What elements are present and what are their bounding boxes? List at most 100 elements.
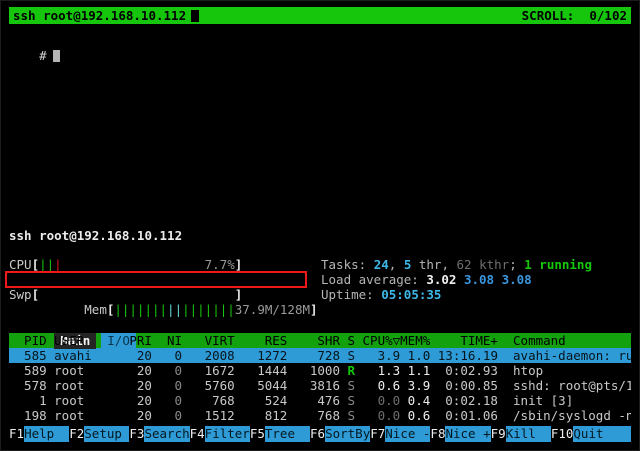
meters-column: CPU[|||7.7%] Mem[||||||||||||||||37.9M/1… — [9, 257, 321, 302]
fkey-label: Setup — [84, 426, 129, 442]
fkey-f1[interactable]: F1Help — [9, 426, 69, 442]
process-cell-pid: 578 — [9, 378, 47, 393]
process-cell-cmd: init [3] — [513, 393, 631, 408]
process-cell-mem: 0.6 — [400, 408, 430, 423]
prompt-cursor — [53, 50, 60, 62]
meter-open-bracket: [ — [32, 287, 40, 302]
cpu-meter-bars: ||| — [39, 257, 62, 272]
fkey-f10[interactable]: F10Quit — [551, 426, 619, 442]
htop-meters-and-stats: CPU[|||7.7%] Mem[||||||||||||||||37.9M/1… — [9, 257, 631, 302]
column-header-mem[interactable]: MEM% — [400, 333, 430, 348]
terminal-window: ssh root@192.168.10.112 SCROLL: 0/102 # … — [0, 0, 640, 451]
process-cell-mem: 3.9 — [400, 378, 430, 393]
fkey-f7[interactable]: F7Nice - — [370, 426, 430, 442]
fkey-f8[interactable]: F8Nice + — [430, 426, 490, 442]
fkey-number: F8 — [430, 426, 445, 442]
process-cell-ni: 0 — [159, 393, 182, 408]
cpu-meter-label: CPU — [9, 257, 32, 272]
titlebar-cursor-block — [191, 10, 199, 22]
fkey-label: Nice + — [445, 426, 490, 442]
fkey-f3[interactable]: F3Search — [129, 426, 189, 442]
process-cell-res: 1272 — [242, 348, 287, 363]
fkey-label: Nice - — [385, 426, 430, 442]
load-5min: 3.08 — [464, 272, 494, 287]
process-cell-cpu: 0.0 — [363, 393, 401, 408]
load-15min: 3.08 — [502, 272, 532, 287]
process-cell-pid: 585 — [9, 348, 47, 363]
process-row[interactable]: 1root200768524476S0.00.40:02.18init [3] — [9, 393, 631, 408]
process-row[interactable]: 589root200167214441000R1.31.10:02.93htop — [9, 363, 631, 378]
process-cell-res: 812 — [242, 408, 287, 423]
process-cell-state: S — [348, 393, 356, 408]
column-header-ni[interactable]: NI — [159, 333, 182, 348]
uptime-value: 05:05:35 — [381, 287, 441, 302]
process-cell-virt: 2008 — [190, 348, 235, 363]
column-header-cmd[interactable]: Command — [513, 333, 631, 348]
process-cell-state: S — [348, 348, 356, 363]
fkey-number: F6 — [310, 426, 325, 442]
fkey-label: Quit — [573, 426, 618, 442]
meter-open-bracket: [ — [107, 302, 115, 317]
fkey-number: F7 — [370, 426, 385, 442]
fkey-label: Kill — [506, 426, 551, 442]
process-cell-ni: 0 — [159, 348, 182, 363]
process-cell-mem: 1.0 — [400, 348, 430, 363]
column-header-pid[interactable]: PID — [9, 333, 47, 348]
process-cell-pid: 589 — [9, 363, 47, 378]
swp-meter: Swp[0K/0K] — [9, 287, 321, 302]
column-header-time[interactable]: TIME+ — [438, 333, 498, 348]
fkey-f9[interactable]: F9Kill — [491, 426, 551, 442]
column-header-cpu[interactable]: CPU%▽ — [363, 333, 401, 348]
fkey-f6[interactable]: F6SortBy — [310, 426, 370, 442]
fkey-number: F5 — [250, 426, 265, 442]
fkey-f5[interactable]: F5Tree — [250, 426, 310, 442]
process-row[interactable]: 578root200576050443816S0.63.90:00.85sshd… — [9, 378, 631, 393]
process-cell-cpu: 1.3 — [363, 363, 401, 378]
process-row[interactable]: 585avahi20020081272728S3.91.013:16.19ava… — [9, 348, 631, 363]
empty-terminal-area — [9, 48, 631, 228]
fkey-label: Filter — [205, 426, 250, 442]
process-cell-virt: 768 — [190, 393, 235, 408]
process-table-body: 585avahi20020081272728S3.91.013:16.19ava… — [9, 348, 631, 423]
process-cell-time: 13:16.19 — [438, 348, 498, 363]
fkey-number: F9 — [491, 426, 506, 442]
mem-meter-bars: |||||||||||||||| — [114, 302, 234, 317]
process-cell-cpu: 0.0 — [363, 408, 401, 423]
tasks-thread-label: thr, — [411, 257, 456, 272]
process-row[interactable]: 198root2001512812768S0.00.60:01.06/sbin/… — [9, 408, 631, 423]
top-pane-titlebar: ssh root@192.168.10.112 SCROLL: 0/102 — [9, 7, 631, 24]
process-cell-user: root — [54, 363, 122, 378]
fkey-f4[interactable]: F4Filter — [190, 426, 250, 442]
fkey-f2[interactable]: F2Setup — [69, 426, 129, 442]
column-header-virt[interactable]: VIRT — [190, 333, 235, 348]
column-header-pri[interactable]: PRI — [129, 333, 152, 348]
column-header-res[interactable]: RES — [242, 333, 287, 348]
process-cell-pri: 20 — [129, 363, 152, 378]
column-header-user[interactable]: USER — [54, 333, 122, 348]
meter-bar-segment: | — [54, 257, 62, 272]
mem-meter-label: Mem — [84, 302, 107, 317]
column-header-state[interactable]: S — [348, 333, 356, 348]
swp-meter-label: Swp — [9, 287, 32, 302]
fkey-label: SortBy — [325, 426, 370, 442]
fkey-number: F10 — [551, 426, 574, 442]
top-pane-title: ssh root@192.168.10.112 — [13, 8, 186, 23]
process-cell-time: 0:00.85 — [438, 378, 498, 393]
uptime-label: Uptime: — [321, 287, 381, 302]
process-cell-time: 0:01.06 — [438, 408, 498, 423]
cpu-meter: CPU[|||7.7%] — [9, 257, 321, 272]
process-cell-state: R — [348, 363, 356, 378]
meter-bar-segment: ||||||| — [114, 302, 167, 317]
tasks-line: Tasks: 24, 5 thr, 62 kthr; 1 running — [321, 257, 631, 272]
meter-bar-segment: || — [39, 257, 54, 272]
meter-close-bracket: ] — [235, 287, 243, 302]
process-cell-pri: 20 — [129, 393, 152, 408]
stats-column: Tasks: 24, 5 thr, 62 kthr; 1 running Loa… — [321, 257, 631, 302]
process-cell-cpu: 0.6 — [363, 378, 401, 393]
fkey-label: Tree — [265, 426, 310, 442]
fkey-label: Search — [144, 426, 189, 442]
process-cell-shr: 476 — [295, 393, 340, 408]
column-header-shr[interactable]: SHR — [295, 333, 340, 348]
process-cell-user: root — [54, 393, 122, 408]
uptime-line: Uptime: 05:05:35 — [321, 287, 631, 302]
